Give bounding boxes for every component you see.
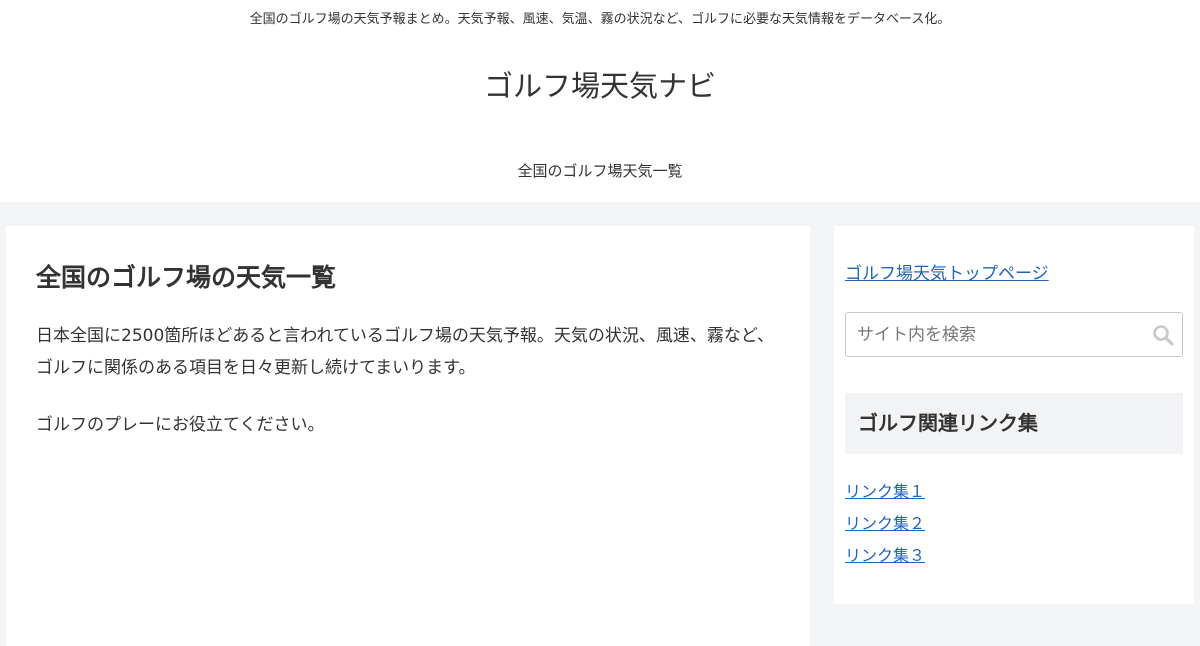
- search-icon: [1153, 325, 1174, 346]
- site-title-link[interactable]: ゴルフ場天気ナビ: [0, 64, 1200, 108]
- top-page-link[interactable]: ゴルフ場天気トップページ: [845, 262, 1049, 286]
- page-title: 全国のゴルフ場の天気一覧: [36, 263, 337, 292]
- site-header: 全国のゴルフ場の天気予報まとめ。天気予報、風速、気温、霧の状況など、ゴルフに必要…: [0, 0, 1200, 202]
- link-collection-2[interactable]: リンク集２: [845, 512, 925, 536]
- main-content: 全国のゴルフ場の天気一覧 日本全国に2500箇所ほどあると言われているゴルフ場の…: [6, 226, 810, 646]
- widget-title: ゴルフ関連リンク集: [845, 393, 1183, 454]
- link-collection-1[interactable]: リンク集１: [845, 480, 925, 504]
- search-button[interactable]: [1152, 324, 1174, 346]
- closing-paragraph: ゴルフのプレーにお役立てください。: [36, 415, 325, 435]
- sidebar: ゴルフ場天気トップページ ゴルフ関連リンク集 リンク集１ リンク集２ リンク集３: [834, 226, 1194, 604]
- search-form: [845, 312, 1183, 357]
- link-collection-3[interactable]: リンク集３: [845, 544, 925, 568]
- search-input[interactable]: [846, 313, 1146, 356]
- site-tagline: 全国のゴルフ場の天気予報まとめ。天気予報、風速、気温、霧の状況など、ゴルフに必要…: [249, 12, 951, 27]
- intro-paragraph: 日本全国に2500箇所ほどあると言われているゴルフ場の天気予報。天気の状況、風速…: [36, 326, 775, 378]
- nav-item-golf-weather-list[interactable]: 全国のゴルフ場天気一覧: [517, 162, 682, 180]
- global-nav: 全国のゴルフ場天気一覧: [0, 158, 1200, 184]
